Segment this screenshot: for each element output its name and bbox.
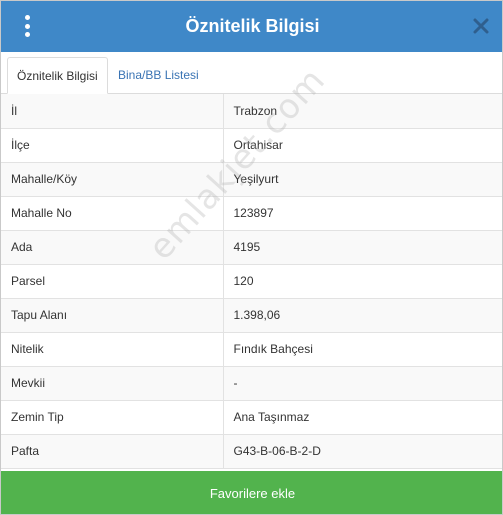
attribute-value: - [223, 366, 502, 401]
attribute-value: Ortahisar [223, 128, 502, 163]
attribute-value: 123897 [223, 196, 502, 231]
dialog-title: Öznitelik Bilgisi [185, 16, 320, 36]
attribute-value: Trabzon [223, 94, 502, 129]
attribute-key: Pafta [1, 434, 224, 469]
close-icon[interactable] [472, 17, 490, 35]
attribute-key: Mahalle/Köy [1, 162, 224, 197]
attribute-key: Parsel [1, 264, 224, 299]
attribute-dialog: Öznitelik Bilgisi Öznitelik Bilgisi Bina… [0, 0, 503, 515]
table-row: Mahalle/Köy Yeşilyurt [1, 162, 502, 197]
attribute-value: G43-B-06-B-2-D [223, 434, 502, 469]
attribute-key: Tapu Alanı [1, 298, 224, 333]
attribute-table: İl Trabzon İlçe Ortahisar Mahalle/Köy Ye… [1, 94, 502, 469]
table-row: Parsel 120 [1, 264, 502, 299]
table-row: İlçe Ortahisar [1, 128, 502, 163]
table-row: Mevkii - [1, 366, 502, 401]
tab-building-list[interactable]: Bina/BB Listesi [109, 57, 208, 94]
table-row: Nitelik Fındık Bahçesi [1, 332, 502, 367]
tab-bar: Öznitelik Bilgisi Bina/BB Listesi [1, 52, 502, 94]
attribute-value: Ana Taşınmaz [223, 400, 502, 435]
add-to-favorites-button[interactable]: Favorilere ekle [1, 471, 502, 514]
table-row: Mahalle No 123897 [1, 196, 502, 231]
attribute-value: 4195 [223, 230, 502, 265]
attribute-key: Ada [1, 230, 224, 265]
table-row: Zemin Tip Ana Taşınmaz [1, 400, 502, 435]
attribute-key: Zemin Tip [1, 400, 224, 435]
table-row: Tapu Alanı 1.398,06 [1, 298, 502, 333]
tab-attribute-info[interactable]: Öznitelik Bilgisi [7, 57, 108, 94]
attribute-value: Fındık Bahçesi [223, 332, 502, 367]
kebab-menu-icon[interactable] [20, 15, 34, 37]
attribute-key: Nitelik [1, 332, 224, 367]
attribute-key: Mevkii [1, 366, 224, 401]
attribute-value: 120 [223, 264, 502, 299]
table-row: Ada 4195 [1, 230, 502, 265]
attribute-value: Yeşilyurt [223, 162, 502, 197]
table-row: İl Trabzon [1, 94, 502, 129]
attribute-value: 1.398,06 [223, 298, 502, 333]
attribute-key: Mahalle No [1, 196, 224, 231]
table-row: Pafta G43-B-06-B-2-D [1, 434, 502, 469]
attribute-key: İlçe [1, 128, 224, 163]
attribute-key: İl [1, 94, 224, 129]
dialog-header: Öznitelik Bilgisi [1, 1, 502, 52]
